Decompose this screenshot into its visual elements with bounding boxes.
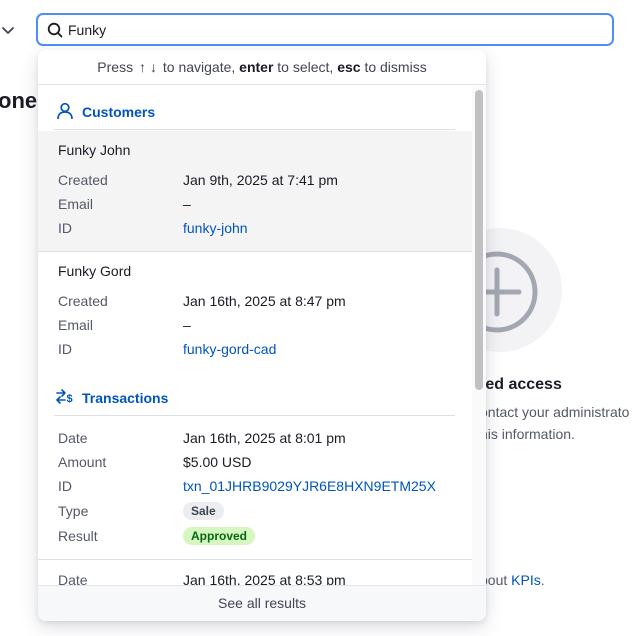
date-value: Jan 16th, 2025 at 8:53 pm [183,572,346,585]
type-badge: Sale [183,502,224,520]
created-label: Created [58,293,108,309]
search-results-dropdown: Press ↑ ↓ to navigate, enter to select, e… [38,50,486,621]
customer-name: Funky John [58,142,131,158]
id-label: ID [58,341,72,357]
page-heading: one [0,88,38,113]
search-box[interactable] [36,13,614,46]
transaction-result[interactable]: Date Jan 16th, 2025 at 8:53 pm [38,560,472,585]
transaction-id-link[interactable]: txn_01JHRB9029YJR6E8HXN9ETM25X [183,478,436,494]
hint-esc-key: esc [337,59,361,75]
person-icon [57,102,73,120]
customer-name: Funky Gord [58,263,132,279]
hint-dismiss: to dismiss [364,59,427,75]
type-label: Type [58,503,89,519]
created-value: Jan 9th, 2025 at 7:41 pm [183,172,338,188]
customer-id-link[interactable]: funky-gord-cad [183,341,276,357]
customer-result[interactable]: Funky Gord Created Jan 16th, 2025 at 8:4… [38,252,472,373]
scrollbar-thumb[interactable] [475,90,483,390]
id-label: ID [58,220,72,236]
hint-navigate: to navigate, [162,59,236,75]
search-icon [47,22,63,38]
restricted-access-text: ontact your administrato [480,404,630,420]
email-label: Email [58,196,94,212]
results-scroll-area[interactable]: Customers Funky John Created Jan 9th, 20… [38,86,486,585]
date-label: Date [58,430,88,446]
restricted-access-text-2: his information. [480,426,575,442]
kpi-help-suffix: . [540,572,545,588]
created-label: Created [58,172,108,188]
arrow-up-icon: ↑ [138,59,146,75]
amount-label: Amount [58,454,107,470]
arrow-down-icon: ↓ [149,59,157,75]
see-all-results-button[interactable]: See all results [38,585,486,621]
search-input[interactable] [68,20,588,40]
date-label: Date [58,572,88,585]
svg-text:$: $ [67,393,73,405]
created-value: Jan 16th, 2025 at 8:47 pm [183,293,346,309]
transactions-icon: $ [56,389,73,405]
customers-section-label: Customers [82,104,156,120]
restricted-access-title: ted access [480,376,562,393]
transactions-section-label: Transactions [82,390,169,406]
email-value: – [183,196,191,212]
customer-result[interactable]: Funky John Created Jan 9th, 2025 at 7:41… [38,131,472,252]
transaction-result[interactable]: Date Jan 16th, 2025 at 8:01 pm Amount $5… [38,417,472,560]
customers-section-header: Customers [54,86,455,130]
result-label: Result [58,528,98,544]
kpis-link[interactable]: KPIs [511,572,541,588]
customer-id-link[interactable]: funky-john [183,220,248,236]
id-label: ID [58,478,72,494]
email-value: – [183,317,191,333]
hint-press: Press [97,59,134,75]
amount-value: $5.00 USD [183,454,252,470]
kpi-help-text: bout KPIs. [480,572,545,588]
transactions-section-header: $ Transactions [54,372,455,416]
chevron-down-icon[interactable] [0,22,16,38]
hint-select: to select, [277,59,334,75]
result-status-badge: Approved [183,527,256,545]
date-value: Jan 16th, 2025 at 8:01 pm [183,430,346,446]
email-label: Email [58,317,94,333]
keyboard-hint: Press ↑ ↓ to navigate, enter to select, e… [38,50,486,85]
hint-enter-key: enter [239,59,274,75]
